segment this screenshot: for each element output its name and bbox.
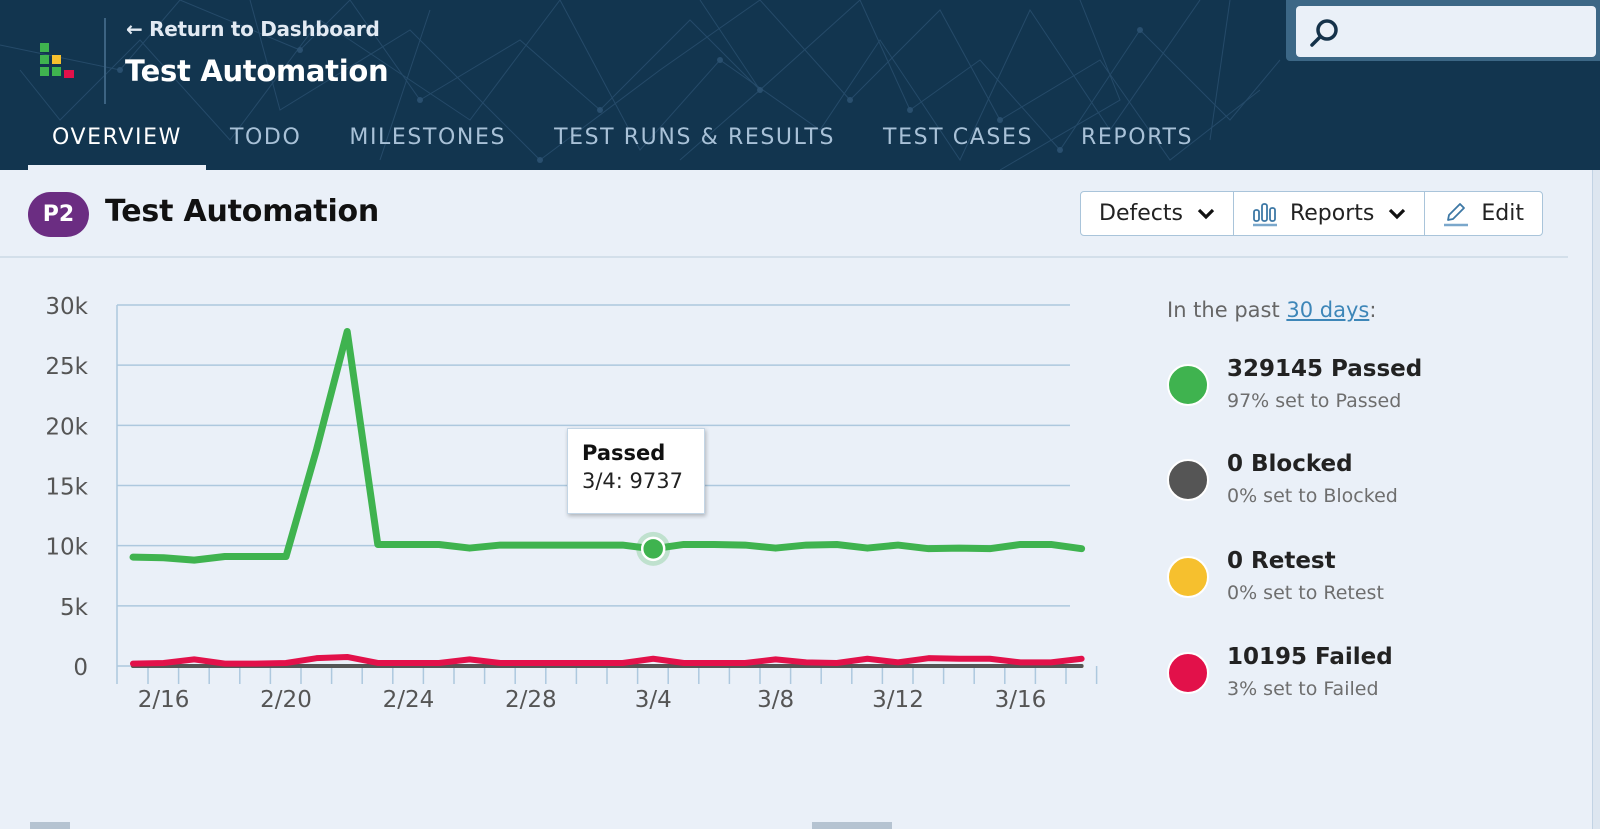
- tooltip-value: 3/4: 9737: [582, 469, 683, 493]
- tab-milestones[interactable]: MILESTONES: [325, 120, 530, 170]
- series-line-failed: [130, 653, 1085, 667]
- retest-count: 0 Retest: [1227, 548, 1336, 574]
- x-tick-label: 2/28: [505, 687, 557, 713]
- summary-intro: In the past 30 days:: [1167, 298, 1547, 322]
- chevron-down-icon: [1197, 208, 1215, 219]
- passed-color-dot: [1167, 364, 1209, 406]
- app-title: Test Automation: [125, 54, 389, 88]
- header-divider: [104, 18, 106, 104]
- chart-canvas: 0 5k 10k 15k 20k 25k 30k 2/16 2/20 2/24 2/28 3/4 3/8…: [45, 294, 1098, 713]
- tooltip-title: Passed: [582, 441, 666, 465]
- results-line-chart: 0 5k 10k 15k 20k 25k 30k 2/16 2/20 2/24 2/28 3/4 3/8…: [0, 270, 1110, 730]
- tab-reports[interactable]: REPORTS: [1057, 120, 1217, 170]
- cut-off-section-heading: [30, 822, 70, 829]
- blocked-color-dot: [1167, 459, 1209, 501]
- tab-test-cases[interactable]: TEST CASES: [859, 120, 1057, 170]
- edit-button[interactable]: Edit: [1425, 192, 1542, 235]
- page-scrollbar[interactable]: [1592, 170, 1600, 829]
- y-tick-label: 10k: [45, 535, 88, 561]
- app-header: ← Return to Dashboard Test Automation OV…: [0, 0, 1600, 170]
- y-tick-label: 5k: [60, 595, 89, 621]
- edit-label: Edit: [1481, 201, 1524, 226]
- reports-label: Reports: [1289, 201, 1375, 226]
- passed-percent: 97% set to Passed: [1227, 390, 1402, 412]
- x-tick-label: 3/16: [995, 687, 1047, 713]
- period-link[interactable]: 30 days: [1286, 298, 1369, 322]
- stat-retest: 0 Retest 0% set to Retest: [1167, 548, 1527, 618]
- x-tick-label: 3/4: [635, 687, 672, 713]
- y-tick-label: 30k: [45, 294, 88, 320]
- y-tick-label: 0: [73, 655, 88, 681]
- hover-point-marker: [640, 536, 666, 562]
- retest-color-dot: [1167, 556, 1209, 598]
- chevron-down-icon: [1389, 208, 1406, 219]
- passed-count: 329145 Passed: [1227, 356, 1423, 382]
- y-tick-label: 20k: [45, 414, 88, 440]
- bar-chart-icon: [1252, 202, 1277, 226]
- blocked-percent: 0% set to Blocked: [1227, 485, 1398, 507]
- failed-percent: 3% set to Failed: [1227, 678, 1379, 700]
- blocked-count: 0 Blocked: [1227, 451, 1353, 477]
- intro-suffix: :: [1369, 298, 1377, 322]
- x-tick-label: 3/12: [872, 687, 924, 713]
- main-nav: OVERVIEW TODO MILESTONES TEST RUNS & RES…: [28, 120, 1217, 170]
- defects-label: Defects: [1099, 201, 1183, 226]
- intro-prefix: In the past: [1167, 298, 1287, 322]
- project-badge: P2: [28, 192, 89, 237]
- pencil-icon: [1444, 202, 1469, 226]
- tab-overview[interactable]: OVERVIEW: [28, 120, 206, 170]
- stat-passed: 329145 Passed 97% set to Passed: [1167, 356, 1527, 426]
- x-tick-label: 2/24: [383, 687, 435, 713]
- tab-todo[interactable]: TODO: [206, 120, 325, 170]
- chart-tooltip: Passed 3/4: 9737: [567, 428, 705, 514]
- defects-dropdown-button[interactable]: Defects: [1081, 192, 1234, 235]
- tab-test-runs-results[interactable]: TEST RUNS & RESULTS: [530, 120, 859, 170]
- app-logo[interactable]: [40, 43, 80, 83]
- status-summary: In the past 30 days: 329145 Passed 97% s…: [1167, 298, 1547, 700]
- failed-count: 10195 Failed: [1227, 644, 1393, 670]
- search-container: [1286, 0, 1600, 61]
- project-title: Test Automation: [105, 194, 380, 229]
- reports-dropdown-button[interactable]: Reports: [1234, 192, 1426, 235]
- cut-off-section-heading: [812, 822, 892, 829]
- project-header: P2 Test Automation Defects Reports Edit: [0, 170, 1568, 258]
- failed-color-dot: [1167, 652, 1209, 694]
- y-tick-label: 15k: [45, 475, 88, 501]
- x-tick-label: 2/20: [260, 687, 312, 713]
- y-tick-label: 25k: [45, 354, 88, 380]
- retest-percent: 0% set to Retest: [1227, 582, 1384, 604]
- return-to-dashboard-link[interactable]: ← Return to Dashboard: [126, 17, 380, 41]
- stat-failed: 10195 Failed 3% set to Failed: [1167, 644, 1527, 714]
- x-tick-label: 2/16: [138, 687, 190, 713]
- stat-blocked: 0 Blocked 0% set to Blocked: [1167, 451, 1527, 521]
- project-actions: Defects Reports Edit: [1080, 191, 1543, 236]
- x-tick-label: 3/8: [757, 687, 794, 713]
- search-icon: [1310, 19, 1338, 47]
